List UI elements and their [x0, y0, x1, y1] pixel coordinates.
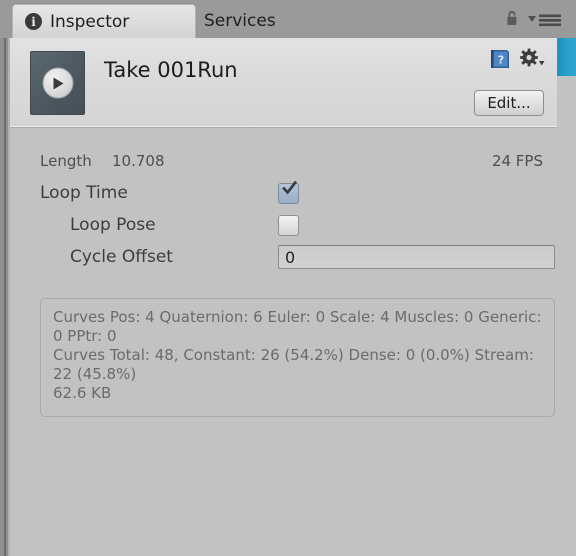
tab-services-label: Services	[204, 11, 276, 31]
length-label: Length	[40, 152, 92, 170]
tab-bar: i Inspector Services	[0, 0, 576, 38]
loop-time-checkbox[interactable]	[278, 180, 299, 204]
edit-button[interactable]: Edit...	[474, 90, 544, 116]
cycle-offset-input[interactable]	[278, 245, 555, 269]
cycle-offset-label: Cycle Offset	[70, 247, 173, 267]
animation-stats-box: Curves Pos: 4 Quaternion: 6 Euler: 0 Sca…	[40, 298, 555, 417]
loop-pose-checkbox[interactable]	[278, 214, 299, 236]
length-row: Length 10.708 24 FPS	[10, 146, 557, 176]
play-icon[interactable]	[42, 67, 73, 99]
cycle-offset-row: Cycle Offset	[10, 242, 557, 272]
play-triangle	[53, 77, 64, 89]
object-header: Take 001Run ? Edit...	[10, 38, 557, 128]
animation-preview-thumbnail[interactable]	[30, 51, 85, 115]
info-icon: i	[25, 13, 42, 30]
inspector-window: i Inspector Services Take 001Run ? Edit.…	[0, 0, 576, 556]
header-bottom-divider	[10, 126, 557, 127]
tab-inspector[interactable]: i Inspector	[12, 4, 196, 38]
gear-icon[interactable]	[519, 48, 545, 70]
checkmark-icon	[282, 180, 297, 194]
fps-value: 24 FPS	[491, 152, 543, 170]
stats-line: 62.6 KB	[53, 384, 112, 402]
loop-pose-row: Loop Pose	[10, 210, 557, 240]
loop-time-label: Loop Time	[40, 183, 128, 203]
tab-bar-left-edge	[0, 0, 10, 38]
stats-line: Curves Total: 48, Constant: 26 (54.2%) D…	[53, 346, 539, 383]
loop-pose-label: Loop Pose	[70, 215, 156, 235]
left-panel-gutter-line	[4, 38, 6, 556]
left-panel-gutter-edge	[8, 38, 10, 556]
tab-inspector-label: Inspector	[50, 11, 130, 32]
length-value: 10.708	[112, 152, 165, 170]
help-book-icon[interactable]: ?	[489, 48, 511, 70]
page-title: Take 001Run	[104, 58, 238, 82]
hamburger-menu-icon[interactable]	[528, 13, 562, 27]
properties-panel: Length 10.708 24 FPS Loop Time Loop Pose…	[10, 128, 557, 556]
stats-line: Curves Pos: 4 Quaternion: 6 Euler: 0 Sca…	[53, 308, 547, 345]
lock-icon[interactable]	[505, 10, 519, 26]
svg-text:?: ?	[498, 54, 504, 67]
loop-time-row: Loop Time	[10, 178, 557, 208]
tab-services[interactable]: Services	[204, 4, 324, 38]
